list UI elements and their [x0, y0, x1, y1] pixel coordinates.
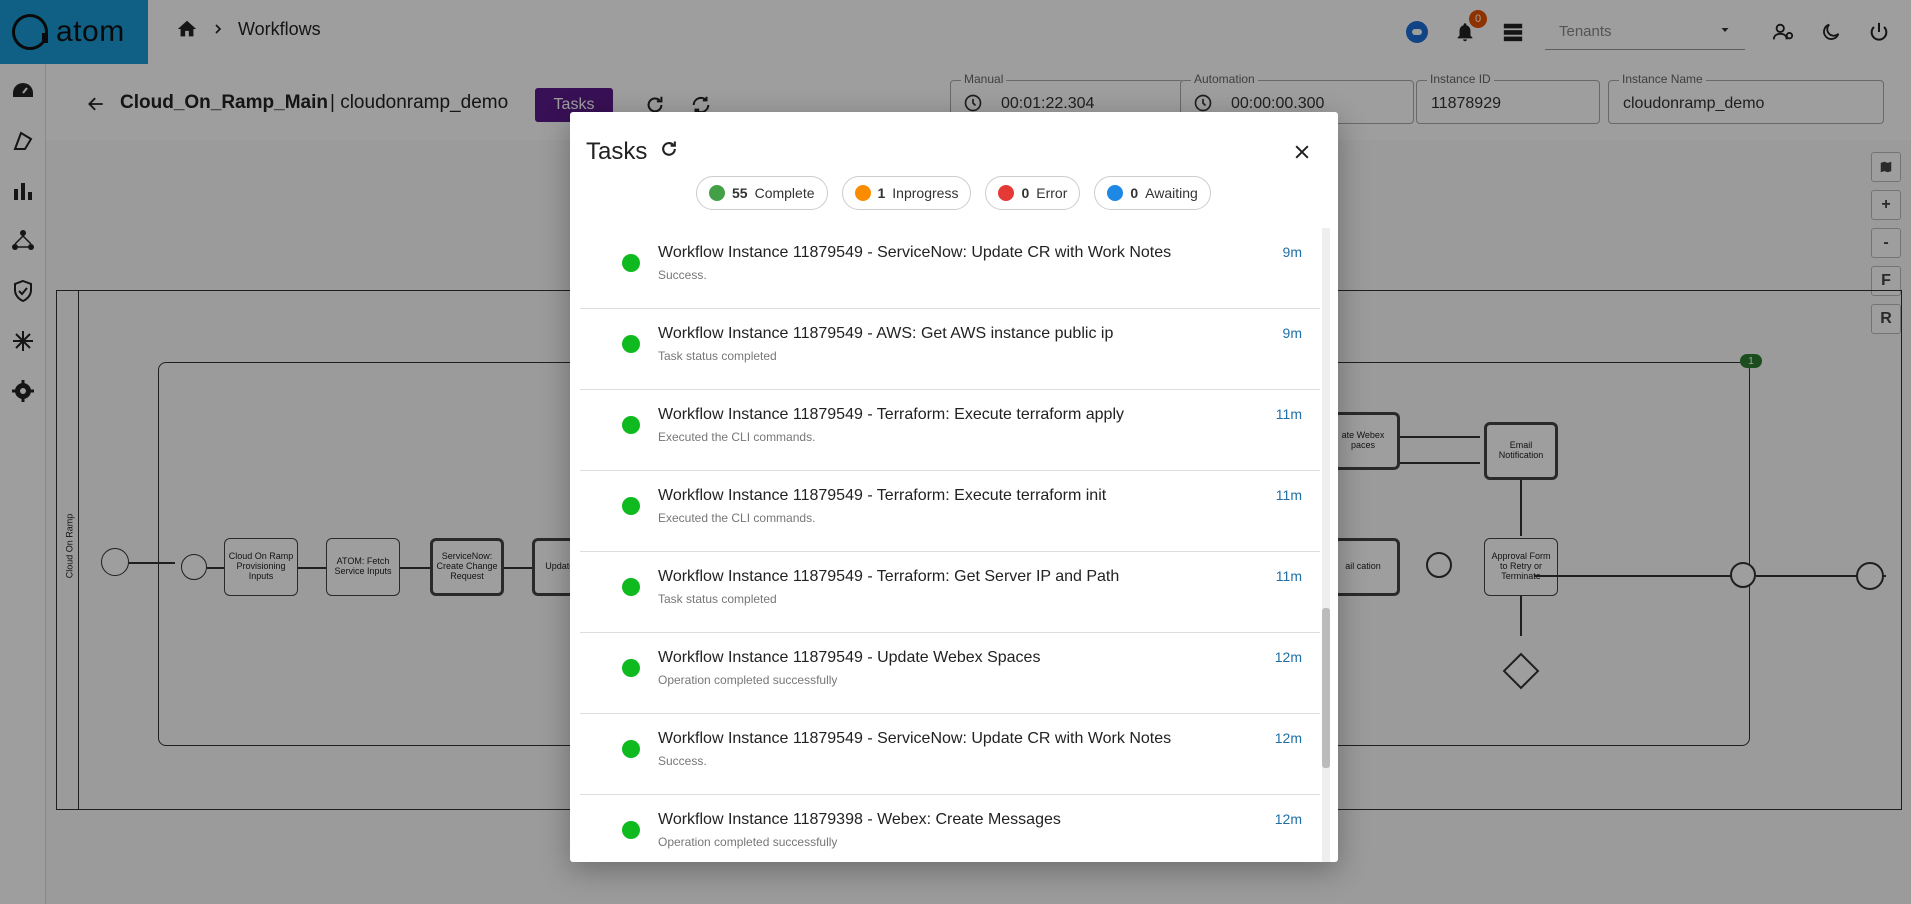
task-title: Workflow Instance 11879549 - Update Webe…	[658, 649, 1041, 666]
scroll-thumb[interactable]	[1322, 608, 1330, 768]
task-time: 11m	[1275, 568, 1302, 584]
status-dot-icon	[622, 497, 640, 515]
chip-count: 0	[1130, 185, 1139, 201]
status-dot-icon	[622, 416, 640, 434]
chip-error[interactable]: 0 Error	[985, 176, 1081, 210]
status-dot-icon	[622, 254, 640, 272]
task-row[interactable]: Workflow Instance 11879549 - AWS: Get AW…	[580, 309, 1320, 390]
close-icon[interactable]	[1292, 142, 1312, 167]
status-chips: 55 Complete 1 Inprogress 0 Error 0 Await…	[696, 176, 1211, 210]
task-row[interactable]: Workflow Instance 11879549 - ServiceNow:…	[580, 228, 1320, 309]
task-status: Operation completed successfully	[658, 673, 838, 687]
task-list[interactable]: Workflow Instance 11879549 - ServiceNow:…	[580, 228, 1320, 862]
tasks-modal: Tasks 55 Complete 1 Inprogress 0 Error 0…	[570, 112, 1338, 862]
task-row[interactable]: Workflow Instance 11879549 - Terraform: …	[580, 471, 1320, 552]
task-title: Workflow Instance 11879398 - Webex: Crea…	[658, 811, 1061, 828]
status-dot-icon	[622, 821, 640, 839]
task-status: Operation completed successfully	[658, 835, 838, 849]
chip-label: Awaiting	[1145, 185, 1198, 201]
status-dot-icon	[622, 335, 640, 353]
task-time: 12m	[1274, 730, 1302, 746]
task-row[interactable]: Workflow Instance 11879549 - Terraform: …	[580, 552, 1320, 633]
chip-label: Complete	[754, 185, 815, 201]
chip-count: 55	[732, 185, 748, 201]
task-status: Executed the CLI commands.	[658, 430, 816, 444]
task-status: Success.	[658, 268, 707, 282]
task-row[interactable]: Workflow Instance 11879549 - Terraform: …	[580, 390, 1320, 471]
task-row[interactable]: Workflow Instance 11879549 - Update Webe…	[580, 633, 1320, 714]
modal-title: Tasks	[586, 138, 679, 166]
task-title: Workflow Instance 11879549 - ServiceNow:…	[658, 244, 1172, 261]
task-status: Task status completed	[658, 349, 777, 363]
task-row[interactable]: Workflow Instance 11879398 - Webex: Crea…	[580, 795, 1320, 862]
task-time: 12m	[1274, 649, 1302, 665]
awaiting-dot-icon	[1107, 185, 1124, 201]
task-title: Workflow Instance 11879549 - Terraform: …	[658, 487, 1107, 504]
complete-dot-icon	[709, 185, 725, 201]
task-title: Workflow Instance 11879549 - AWS: Get AW…	[658, 325, 1114, 342]
chip-label: Inprogress	[892, 185, 959, 201]
task-time: 9m	[1282, 325, 1302, 341]
chip-count: 1	[877, 185, 886, 201]
task-time: 11m	[1275, 406, 1302, 422]
error-dot-icon	[998, 185, 1015, 201]
task-row[interactable]: Workflow Instance 11879549 - ServiceNow:…	[580, 714, 1320, 795]
task-status: Task status completed	[658, 592, 777, 606]
chip-count: 0	[1021, 185, 1030, 201]
task-list-scrollbar[interactable]	[1322, 228, 1330, 862]
status-dot-icon	[622, 578, 640, 596]
task-status: Success.	[658, 754, 707, 768]
task-time: 12m	[1274, 811, 1302, 827]
refresh-icon[interactable]	[659, 138, 679, 166]
task-time: 9m	[1282, 244, 1302, 260]
status-dot-icon	[622, 659, 640, 677]
task-title: Workflow Instance 11879549 - Terraform: …	[658, 568, 1120, 585]
modal-title-text: Tasks	[586, 138, 648, 165]
task-title: Workflow Instance 11879549 - ServiceNow:…	[658, 730, 1172, 747]
chip-awaiting[interactable]: 0 Awaiting	[1094, 176, 1211, 210]
chip-inprogress[interactable]: 1 Inprogress	[841, 176, 972, 210]
status-dot-icon	[622, 740, 640, 758]
task-time: 11m	[1275, 487, 1302, 503]
chip-label: Error	[1036, 185, 1068, 201]
task-status: Executed the CLI commands.	[658, 511, 816, 525]
task-title: Workflow Instance 11879549 - Terraform: …	[658, 406, 1124, 423]
inprogress-dot-icon	[854, 185, 871, 201]
chip-complete[interactable]: 55 Complete	[696, 176, 828, 210]
